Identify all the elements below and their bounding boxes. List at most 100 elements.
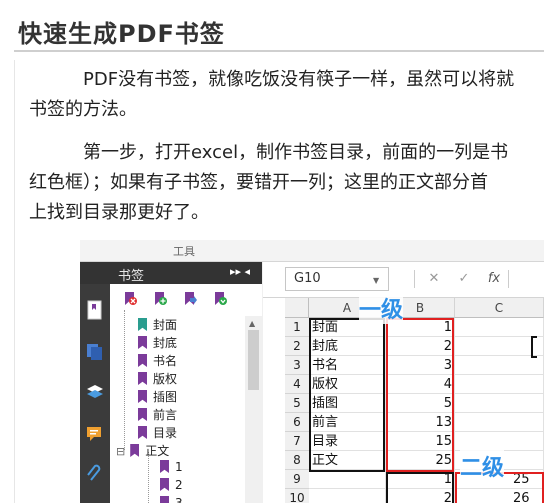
expand-bookmark-icon[interactable] (214, 291, 228, 307)
cell-c[interactable] (455, 318, 544, 337)
row-header[interactable]: 1 (285, 318, 309, 337)
cell-a[interactable]: 版权 (309, 375, 386, 394)
tree-connector (124, 310, 125, 450)
row-header[interactable]: 8 (285, 451, 309, 470)
paragraph-intro: PDF没有书签，就像吃饭没有筷子一样，虽然可以将就 书签的方法。 (29, 65, 544, 125)
select-all-corner[interactable] (285, 298, 309, 318)
cell-c[interactable]: 26 (455, 489, 544, 503)
bookmark-scrollbar[interactable]: ▲ (245, 316, 262, 503)
row-header[interactable]: 4 (285, 375, 309, 394)
cell-a[interactable]: 前言 (309, 413, 386, 432)
cell-b[interactable]: 2 (386, 489, 455, 503)
bookmark-label: 插图 (153, 390, 178, 404)
cell-b[interactable]: 4 (386, 375, 455, 394)
cell-c[interactable] (455, 432, 544, 451)
bookmark-label: 版权 (153, 372, 178, 386)
insert-function-icon[interactable]: fx (481, 267, 507, 291)
row-header[interactable]: 3 (285, 356, 309, 375)
bookmark-label: 封面 (153, 318, 178, 332)
row-header[interactable]: 6 (285, 413, 309, 432)
annotation-level2: 二级 (460, 450, 505, 482)
layers-icon[interactable] (85, 382, 105, 402)
cell-c[interactable] (455, 337, 544, 356)
name-box-dropdown-icon[interactable]: ▼ (373, 276, 379, 285)
bookmark-item[interactable]: 版权 (138, 370, 177, 388)
add-bookmark-icon[interactable] (154, 291, 168, 307)
row-header[interactable]: 10 (285, 489, 309, 503)
scroll-up-icon[interactable]: ▲ (249, 319, 255, 328)
bookmark-item[interactable]: 书名 (138, 352, 177, 370)
embedded-screenshot: 工具 书签 ▸▸ ◂ 封面 封底 书名 版权 插图 前言 目录 ⊟ 正文 1 2… (80, 240, 544, 503)
page-title: 快速生成PDF书签 (18, 20, 225, 48)
cell-a[interactable]: 插图 (309, 394, 386, 413)
bookmark-flag-icon (138, 390, 147, 403)
bookmark-toolbar (110, 284, 262, 316)
tool-strip-label: 工具 (173, 245, 195, 258)
bookmark-label: 3 (175, 496, 183, 503)
title-divider (14, 50, 544, 52)
title-bar: 快速生成PDF书签 (0, 0, 544, 60)
excel-window: G10 ▼ ✕ ✓ fx A B C 1 封面 1 2 封底 2 3 书名 3 4 版权 4 5 插图 5 6… (263, 262, 544, 503)
cell-b[interactable]: 1 (386, 470, 455, 489)
bookmark-flag-icon (138, 372, 147, 385)
row-header[interactable]: 7 (285, 432, 309, 451)
cell-a[interactable] (309, 489, 386, 503)
bookmark-item[interactable]: 插图 (138, 388, 177, 406)
delete-bookmark-icon[interactable] (124, 291, 138, 307)
row-header[interactable]: 9 (285, 470, 309, 489)
row-header[interactable]: 2 (285, 337, 309, 356)
cell-c[interactable] (455, 356, 544, 375)
cell-b[interactable]: 2 (386, 337, 455, 356)
cell-c[interactable] (455, 375, 544, 394)
separator (508, 270, 509, 288)
bookmark-item[interactable]: 3 (160, 496, 183, 503)
page-icon[interactable] (85, 300, 105, 320)
bookmark-item[interactable]: 目录 (138, 424, 177, 442)
cell-b[interactable]: 15 (386, 432, 455, 451)
formula-bar: G10 ▼ ✕ ✓ fx (263, 262, 544, 298)
bookmark-panel: 书签 ▸▸ ◂ 封面 封底 书名 版权 插图 前言 目录 ⊟ 正文 1 2 3 … (80, 262, 262, 503)
bookmark-panel-title: 书签 (118, 269, 145, 284)
row-header[interactable]: 5 (285, 394, 309, 413)
bookmark-flag-icon (160, 496, 169, 503)
pages-icon[interactable] (85, 342, 105, 362)
collapse-panel-icon[interactable]: ▸▸ ◂ (230, 265, 250, 278)
cell-b[interactable]: 25 (386, 451, 455, 470)
paragraph-line: PDF没有书签，就像吃饭没有筷子一样，虽然可以将就 (83, 69, 515, 90)
cancel-icon[interactable]: ✕ (421, 267, 447, 291)
bookmark-panel-header: 书签 ▸▸ ◂ (80, 262, 262, 284)
bookmark-tree-area: 封面 封底 书名 版权 插图 前言 目录 ⊟ 正文 1 2 3 ▲ (110, 284, 262, 503)
paragraph-line: 上找到目录那更好了。 (29, 202, 209, 223)
cell-b[interactable]: 13 (386, 413, 455, 432)
column-header-c[interactable]: C (455, 298, 544, 318)
collapse-toggle-icon[interactable]: ⊟ (116, 445, 125, 458)
cell-a[interactable] (309, 470, 386, 489)
paragraph-step1: 第一步，打开excel，制作书签目录，前面的一列是书 红色框）；如果有子书签，要… (29, 138, 544, 228)
bookmark-item[interactable]: 2 (160, 478, 183, 496)
cell-b[interactable]: 5 (386, 394, 455, 413)
cell-b[interactable]: 3 (386, 356, 455, 375)
bookmark-item[interactable]: 封底 (138, 334, 177, 352)
bookmark-item[interactable]: 1 (160, 460, 183, 478)
bookmark-list: 封面 封底 书名 版权 插图 前言 目录 ⊟ 正文 1 2 3 (110, 310, 262, 503)
bookmark-item[interactable]: 封面 (138, 316, 177, 334)
side-toolbar (80, 284, 110, 503)
cell-a[interactable]: 书名 (309, 356, 386, 375)
tool-strip: 工具 (80, 240, 544, 262)
cell-a[interactable]: 封底 (309, 337, 386, 356)
cell-a[interactable]: 目录 (309, 432, 386, 451)
confirm-icon[interactable]: ✓ (451, 267, 477, 291)
scroll-thumb[interactable] (248, 330, 259, 390)
cell-c[interactable] (455, 413, 544, 432)
bookmark-item-expandable[interactable]: ⊟ 正文 (116, 442, 169, 460)
bookmark-flag-icon (130, 444, 140, 457)
bookmark-item[interactable]: 前言 (138, 406, 177, 424)
comment-icon[interactable] (85, 424, 105, 444)
bookmark-label: 目录 (153, 426, 178, 440)
move-bookmark-icon[interactable] (184, 291, 198, 307)
bookmark-flag-icon (160, 460, 169, 473)
cell-c[interactable] (455, 394, 544, 413)
cell-a[interactable]: 正文 (309, 451, 386, 470)
attachment-icon[interactable] (85, 464, 105, 484)
bookmark-label: 封底 (153, 336, 178, 350)
